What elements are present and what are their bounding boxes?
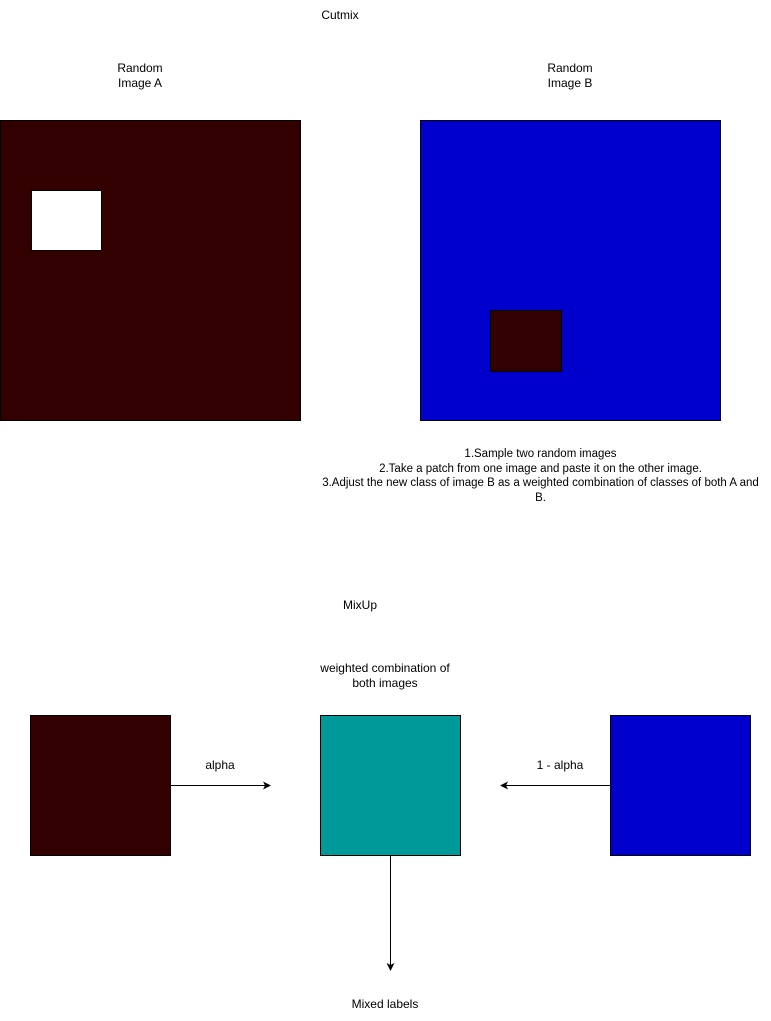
combo-label-line1: weighted combination of	[320, 661, 450, 675]
combo-label: weighted combination of both images	[305, 661, 465, 691]
alpha-label: alpha	[205, 758, 235, 772]
image-a-white-patch[interactable]	[31, 190, 102, 251]
mixup-image-b-box[interactable]	[610, 715, 751, 856]
image-b-label: Random Image B	[530, 61, 610, 91]
cutmix-steps: 1.Sample two random images 2.Take a patc…	[310, 447, 771, 505]
image-b-label-line2: Image B	[547, 76, 593, 90]
mixup-image-a-box[interactable]	[30, 715, 171, 856]
image-b-pasted-patch[interactable]	[490, 310, 562, 372]
image-a-label-line2: Image A	[117, 76, 163, 90]
mixed-labels-text: Mixed labels	[351, 997, 419, 1011]
mixup-mixed-image-box[interactable]	[320, 715, 461, 856]
cutmix-step-1: 1.Sample two random images	[464, 448, 617, 460]
cutmix-step-2: 2.Take a patch from one image and paste …	[379, 462, 702, 475]
cutmix-step-3: 3.Adjust the new class of image B as a w…	[322, 477, 759, 489]
one-minus-alpha-label: 1 - alpha	[536, 758, 584, 772]
combo-label-line2: both images	[352, 676, 418, 690]
image-b-label-line1: Random	[547, 61, 593, 75]
image-a-label: Random Image A	[100, 61, 180, 91]
image-a-label-line1: Random	[117, 61, 163, 75]
image-a-box[interactable]	[0, 120, 301, 421]
cutmix-step-4: B.	[535, 491, 546, 504]
mixup-title: MixUp	[342, 598, 377, 612]
cutmix-title: Cutmix	[321, 8, 359, 22]
image-b-box[interactable]	[420, 120, 721, 421]
